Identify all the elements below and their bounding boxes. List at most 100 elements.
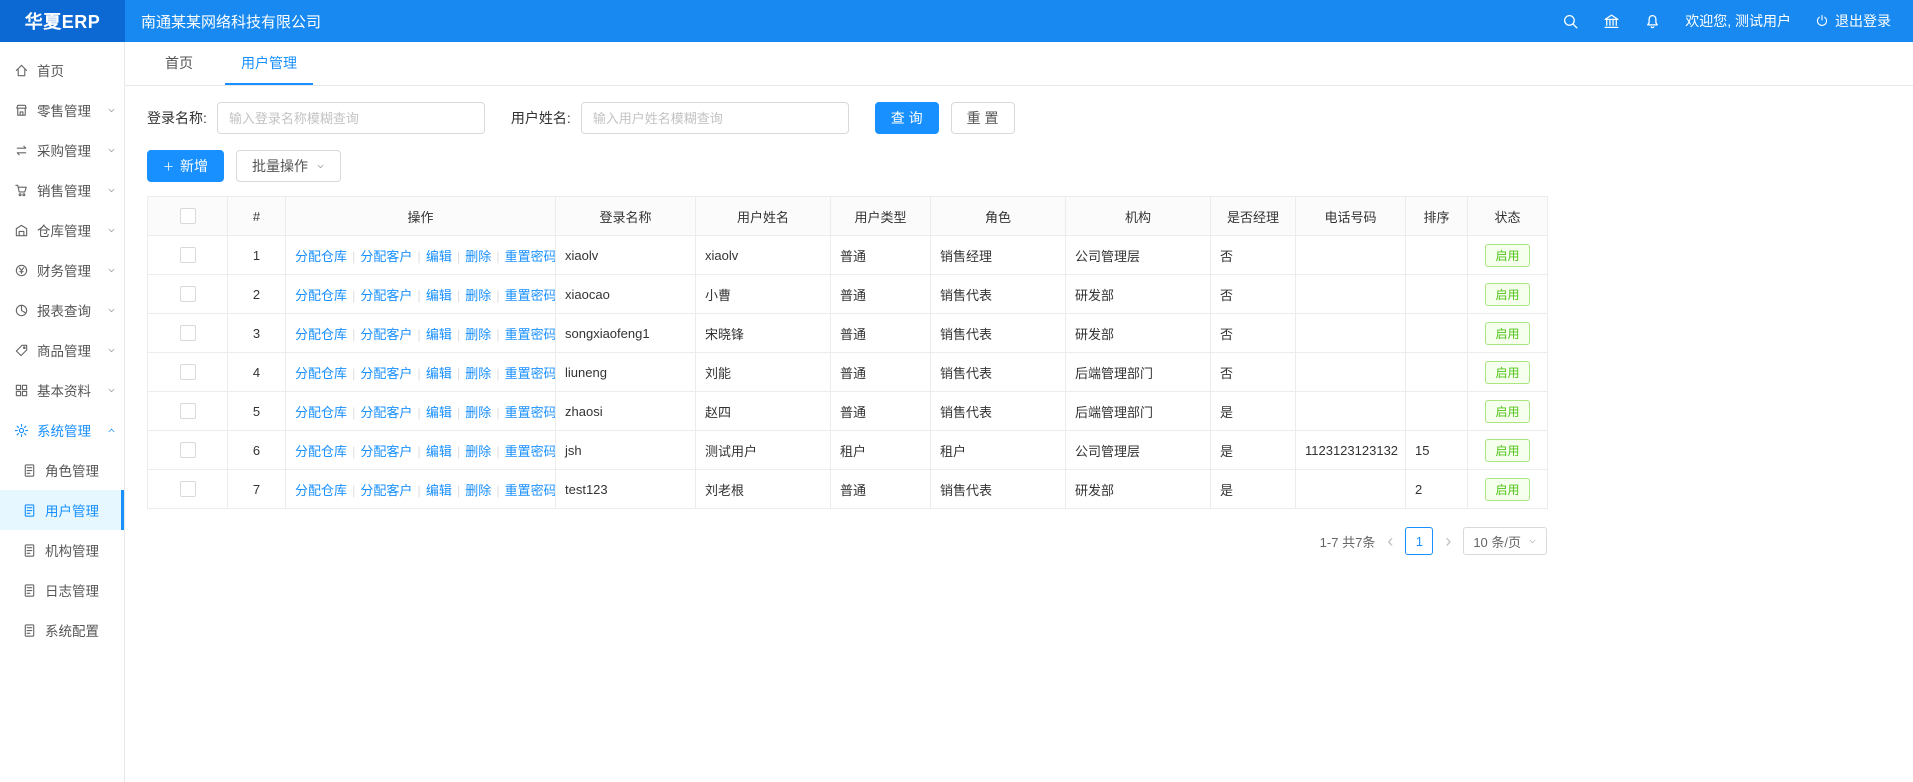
delete-link[interactable]: 删除 [465, 288, 491, 303]
reset-password-link[interactable]: 重置密码 [505, 405, 556, 420]
row-checkbox[interactable] [180, 364, 196, 380]
logout-button[interactable]: 退出登录 [1815, 11, 1891, 31]
edit-link[interactable]: 编辑 [426, 249, 452, 264]
reset-password-link[interactable]: 重置密码 [505, 249, 556, 264]
assign-customer-link[interactable]: 分配客户 [360, 288, 412, 303]
assign-customer-link[interactable]: 分配客户 [360, 249, 412, 264]
reset-password-link[interactable]: 重置密码 [505, 483, 556, 498]
reset-password-link[interactable]: 重置密码 [505, 327, 556, 342]
app: 华夏ERP 南通某某网络科技有限公司 欢迎您, 测试用户 退出登录 首页零售管理… [0, 0, 1913, 782]
sidebar-item[interactable]: 商品管理 [0, 330, 124, 370]
tab-user-management[interactable]: 用户管理 [225, 42, 313, 85]
action-separator: | [457, 366, 460, 381]
sidebar-item[interactable]: 首页 [0, 50, 124, 90]
edit-link[interactable]: 编辑 [426, 288, 452, 303]
reset-button[interactable]: 重 置 [951, 102, 1015, 134]
user-type-cell: 普通 [831, 470, 931, 509]
select-all-checkbox[interactable] [180, 208, 196, 224]
edit-link[interactable]: 编辑 [426, 366, 452, 381]
chevron-down-icon [107, 146, 116, 155]
delete-link[interactable]: 删除 [465, 483, 491, 498]
assign-warehouse-link[interactable]: 分配仓库 [295, 249, 347, 264]
assign-warehouse-link[interactable]: 分配仓库 [295, 405, 347, 420]
add-button[interactable]: 新增 [147, 150, 224, 182]
delete-link[interactable]: 删除 [465, 249, 491, 264]
reset-password-link[interactable]: 重置密码 [505, 366, 556, 381]
next-page-button[interactable]: › [1443, 532, 1453, 550]
row-checkbox[interactable] [180, 403, 196, 419]
page-size-select[interactable]: 10 条/页 [1463, 527, 1547, 555]
action-separator: | [417, 249, 420, 264]
edit-link[interactable]: 编辑 [426, 327, 452, 342]
chevron-up-icon [107, 426, 116, 435]
sidebar-subitem[interactable]: 日志管理 [0, 570, 124, 610]
edit-link[interactable]: 编辑 [426, 405, 452, 420]
sidebar-subitem[interactable]: 用户管理 [0, 490, 124, 530]
manager-cell: 是 [1211, 431, 1296, 470]
sidebar-subitem[interactable]: 角色管理 [0, 450, 124, 490]
table-header-row: #操作登录名称用户姓名用户类型角色机构是否经理电话号码排序状态 [148, 197, 1548, 236]
phone-cell [1296, 236, 1406, 275]
sidebar-subitem[interactable]: 机构管理 [0, 530, 124, 570]
purchase-icon [14, 143, 29, 158]
sidebar-item[interactable]: 财务管理 [0, 250, 124, 290]
chevron-down-icon [1528, 537, 1537, 546]
column-header: 登录名称 [556, 197, 696, 236]
status-badge: 启用 [1485, 439, 1529, 462]
current-page-button[interactable]: 1 [1405, 527, 1433, 555]
row-index: 4 [228, 353, 286, 392]
reset-password-link[interactable]: 重置密码 [505, 288, 556, 303]
edit-link[interactable]: 编辑 [426, 483, 452, 498]
bell-icon[interactable] [1644, 13, 1661, 30]
sidebar-item[interactable]: 报表查询 [0, 290, 124, 330]
assign-customer-link[interactable]: 分配客户 [360, 483, 412, 498]
row-actions: 分配仓库|分配客户|编辑|删除|重置密码 [286, 392, 556, 431]
doc-icon [22, 463, 37, 478]
search-button[interactable]: 查 询 [875, 102, 939, 134]
row-checkbox[interactable] [180, 247, 196, 263]
assign-customer-link[interactable]: 分配客户 [360, 405, 412, 420]
column-header: 电话号码 [1296, 197, 1406, 236]
prev-page-button[interactable]: ‹ [1385, 532, 1395, 550]
row-checkbox[interactable] [180, 481, 196, 497]
sidebar-item[interactable]: 系统管理 [0, 410, 124, 450]
status-badge: 启用 [1485, 361, 1529, 384]
assign-warehouse-link[interactable]: 分配仓库 [295, 288, 347, 303]
login-name-cell: zhaosi [556, 392, 696, 431]
assign-customer-link[interactable]: 分配客户 [360, 444, 412, 459]
user-table-body: 1分配仓库|分配客户|编辑|删除|重置密码xiaolvxiaolv普通销售经理公… [148, 236, 1548, 509]
assign-warehouse-link[interactable]: 分配仓库 [295, 444, 347, 459]
reset-password-link[interactable]: 重置密码 [505, 444, 556, 459]
user-name-input[interactable] [581, 102, 849, 134]
content-area: 首页 用户管理 登录名称: 用户姓名: 查 询 重 置 [125, 42, 1913, 782]
login-name-input[interactable] [217, 102, 485, 134]
row-checkbox[interactable] [180, 442, 196, 458]
status-badge: 启用 [1485, 400, 1529, 423]
delete-link[interactable]: 删除 [465, 405, 491, 420]
sidebar-item[interactable]: 仓库管理 [0, 210, 124, 250]
assign-customer-link[interactable]: 分配客户 [360, 327, 412, 342]
tab-home[interactable]: 首页 [149, 42, 209, 85]
assign-warehouse-link[interactable]: 分配仓库 [295, 327, 347, 342]
sidebar-item[interactable]: 采购管理 [0, 130, 124, 170]
sidebar-item[interactable]: 零售管理 [0, 90, 124, 130]
batch-operations-button[interactable]: 批量操作 [236, 150, 341, 182]
login-name-cell: songxiaofeng1 [556, 314, 696, 353]
assign-warehouse-link[interactable]: 分配仓库 [295, 483, 347, 498]
action-separator: | [457, 288, 460, 303]
user-name-cell: 刘老根 [696, 470, 831, 509]
search-icon[interactable] [1562, 13, 1579, 30]
sidebar-item[interactable]: 基本资料 [0, 370, 124, 410]
row-checkbox[interactable] [180, 286, 196, 302]
sidebar-item[interactable]: 销售管理 [0, 170, 124, 210]
login-name-cell: test123 [556, 470, 696, 509]
delete-link[interactable]: 删除 [465, 366, 491, 381]
assign-customer-link[interactable]: 分配客户 [360, 366, 412, 381]
assign-warehouse-link[interactable]: 分配仓库 [295, 366, 347, 381]
row-checkbox[interactable] [180, 325, 196, 341]
sidebar-subitem[interactable]: 系统配置 [0, 610, 124, 650]
delete-link[interactable]: 删除 [465, 327, 491, 342]
delete-link[interactable]: 删除 [465, 444, 491, 459]
edit-link[interactable]: 编辑 [426, 444, 452, 459]
bank-icon[interactable] [1603, 13, 1620, 30]
